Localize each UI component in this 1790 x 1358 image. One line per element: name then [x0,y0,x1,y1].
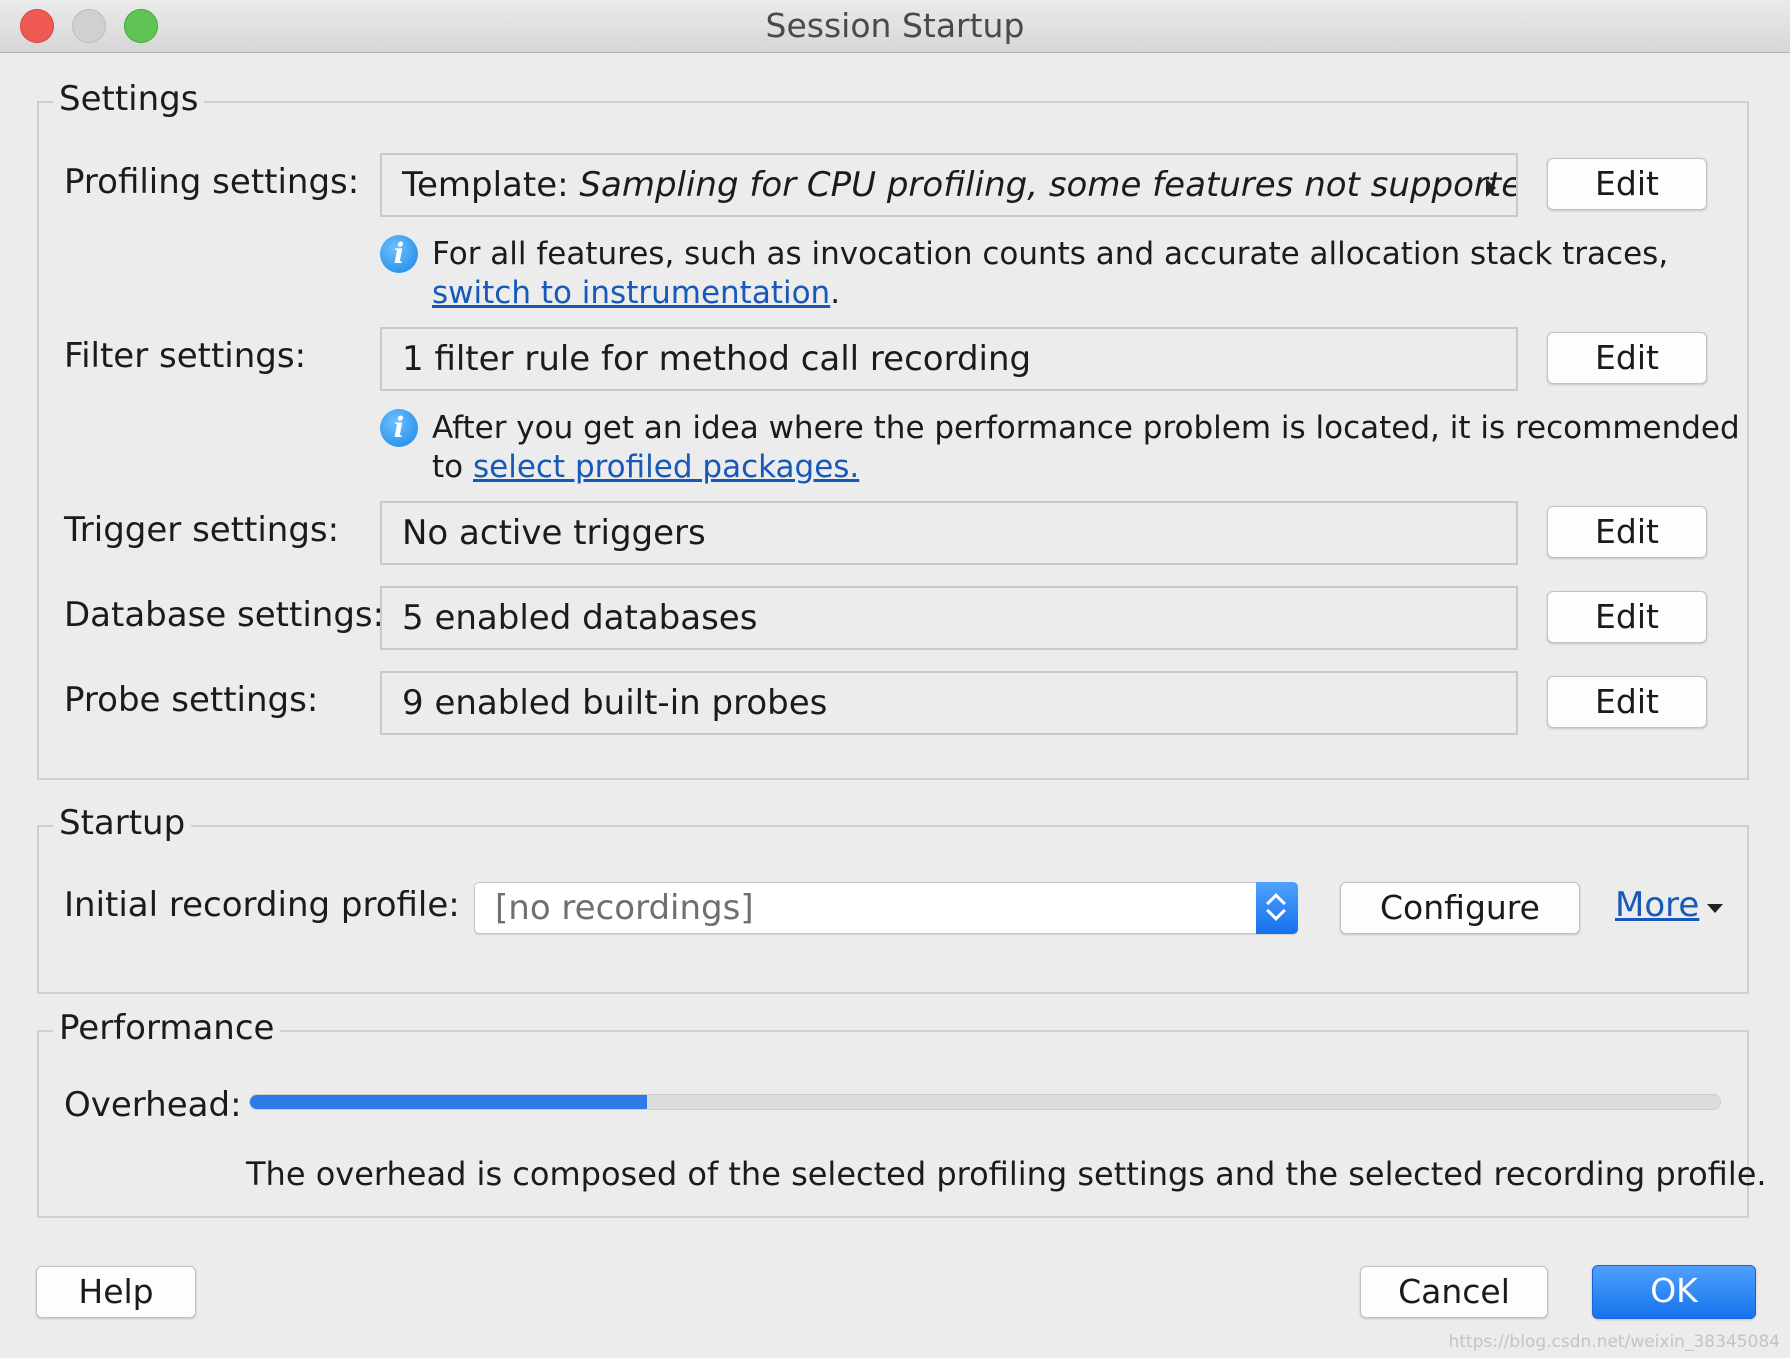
probe-settings-value: 9 enabled built-in probes [402,683,828,723]
overhead-label: Overhead: [64,1085,242,1125]
profiling-info-text: For all features, such as invocation cou… [432,236,1669,272]
ok-button[interactable]: OK [1592,1265,1756,1319]
info-icon: i [380,235,418,273]
info-icon: i [380,409,418,447]
database-settings-field[interactable]: 5 enabled databases [380,586,1518,650]
database-settings-value: 5 enabled databases [402,598,758,638]
watermark: https://blog.csdn.net/weixin_38345084 [1448,1332,1780,1352]
initial-recording-profile-label: Initial recording profile: [64,885,460,925]
trigger-settings-field[interactable]: No active triggers [380,501,1518,565]
profiling-settings-label: Profiling settings: [64,162,360,202]
recording-profile-combo[interactable]: [no recordings] [474,882,1298,934]
profiling-info-suffix: . [830,275,841,311]
overhead-description: The overhead is composed of the selected… [246,1155,1767,1193]
session-startup-dialog: Session Startup Settings Profiling setti… [0,0,1790,1358]
help-button[interactable]: Help [36,1266,196,1318]
database-settings-label: Database settings: [64,595,385,635]
cancel-button[interactable]: Cancel [1360,1266,1548,1318]
profiling-edit-button[interactable]: Edit [1547,158,1707,210]
trigger-settings-label: Trigger settings: [64,510,340,550]
overhead-progress-bar [249,1094,1721,1110]
chevron-down-icon[interactable] [1707,904,1723,913]
probe-settings-label: Probe settings: [64,680,319,720]
settings-legend: Settings [53,79,205,119]
filter-info-note: i After you get an idea where the perfor… [380,409,1762,487]
profiling-settings-field[interactable]: Template: Sampling for CPU profiling, so… [380,153,1518,217]
overhead-progress-fill [250,1095,647,1109]
filter-settings-value: 1 filter rule for method call recording [402,339,1032,379]
probe-edit-button[interactable]: Edit [1547,676,1707,728]
recording-profile-value: [no recordings] [495,888,754,928]
filter-edit-button[interactable]: Edit [1547,332,1707,384]
trigger-edit-button[interactable]: Edit [1547,506,1707,558]
probe-settings-field[interactable]: 9 enabled built-in probes [380,671,1518,735]
title-bar: Session Startup [0,0,1790,53]
more-link[interactable]: More [1615,885,1699,925]
trigger-settings-value: No active triggers [402,513,706,553]
filter-settings-field[interactable]: 1 filter rule for method call recording [380,327,1518,391]
profiling-info-note: i For all features, such as invocation c… [380,235,1762,313]
profiling-template-prefix: Template: [402,165,580,205]
up-down-stepper-icon[interactable] [1256,882,1298,934]
filter-settings-label: Filter settings: [64,336,307,376]
performance-legend: Performance [53,1008,281,1048]
expand-arrow-icon[interactable] [1486,179,1496,197]
switch-to-instrumentation-link[interactable]: switch to instrumentation [432,275,830,311]
window-title: Session Startup [765,6,1025,45]
database-edit-button[interactable]: Edit [1547,591,1707,643]
configure-button[interactable]: Configure [1340,882,1580,934]
select-profiled-packages-link[interactable]: select profiled packages. [473,449,859,485]
startup-legend: Startup [53,803,192,843]
profiling-template-value: Sampling for CPU profiling, some feature… [579,165,1518,205]
